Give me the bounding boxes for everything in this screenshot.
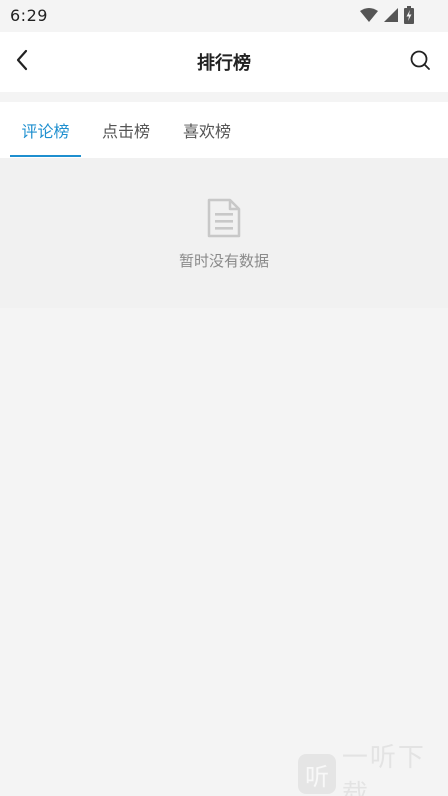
signal-icon [384,8,398,22]
watermark: 听 一听下载 [288,743,448,796]
tab-like-ranking[interactable]: 喜欢榜 [173,102,241,158]
status-icons [360,6,414,24]
empty-state-text: 暂时没有数据 [178,252,269,270]
tab-comment-ranking[interactable]: 评论榜 [10,102,81,158]
battery-charging-icon [404,6,414,24]
tab-click-ranking[interactable]: 点击榜 [92,102,160,158]
content-area [0,308,448,796]
status-bar: 6:29 [0,0,448,32]
app-header: 排行榜 [0,32,448,92]
search-button[interactable] [400,42,440,82]
search-icon [409,49,431,75]
watermark-logo: 听 [298,754,336,794]
wifi-icon [360,8,378,22]
header-gap [0,92,448,102]
tab-indicator [10,155,81,157]
watermark-text: 一听下载 [341,743,426,796]
tab-bar: 评论榜 点击榜 喜欢榜 [0,102,448,158]
empty-state: 暂时没有数据 [0,158,448,308]
status-time: 6:29 [10,6,48,25]
page-title: 排行榜 [197,53,251,74]
document-icon [206,198,242,238]
